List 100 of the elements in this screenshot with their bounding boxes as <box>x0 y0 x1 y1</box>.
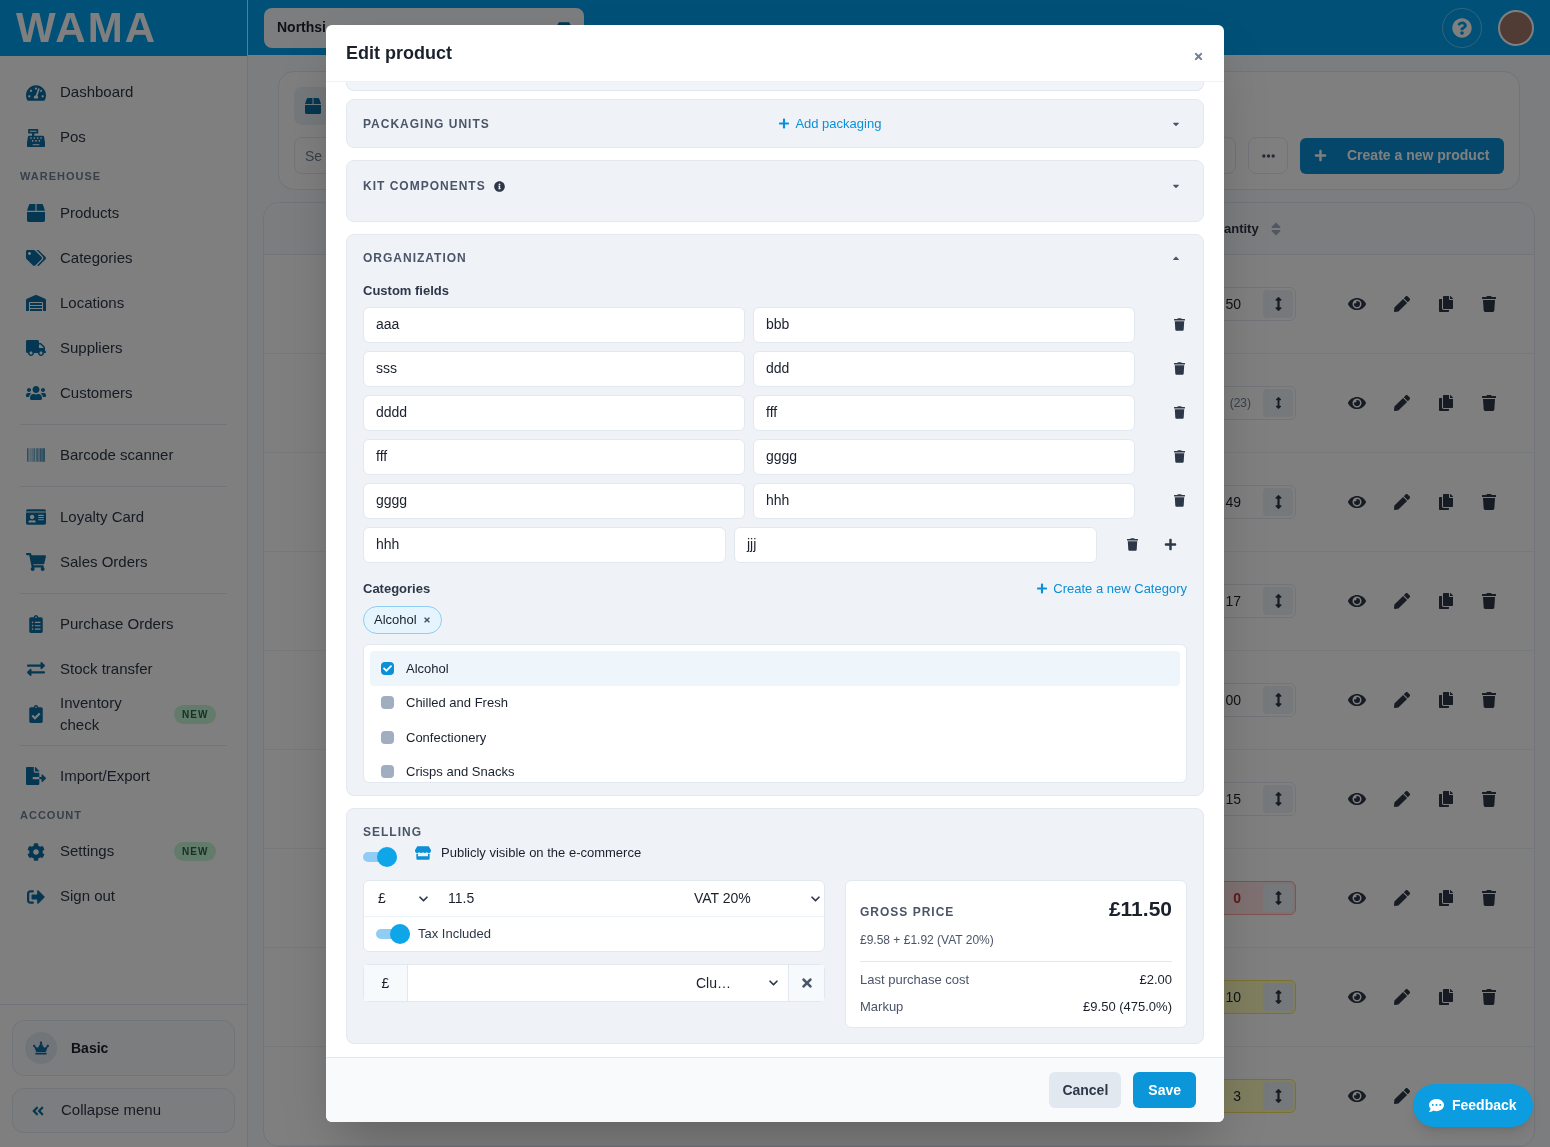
add-packaging-link[interactable]: Add packaging <box>779 113 882 134</box>
eye-icon[interactable] <box>1348 493 1366 511</box>
eye-icon[interactable] <box>1348 790 1366 808</box>
input-field[interactable]: gggg <box>363 482 745 519</box>
eye-icon[interactable] <box>1348 889 1366 907</box>
nav-item[interactable]: Settings NEW <box>20 829 227 874</box>
price-input[interactable]: 11.5 <box>440 888 694 909</box>
nav-item[interactable]: Locations <box>20 280 227 326</box>
copy-icon[interactable] <box>1438 791 1454 807</box>
trash-icon[interactable] <box>1482 890 1496 906</box>
copy-icon[interactable] <box>1438 296 1454 312</box>
stepper-button[interactable] <box>1263 389 1293 417</box>
input-field[interactable]: jjj <box>734 526 1097 563</box>
info-icon[interactable] <box>493 180 505 192</box>
trash-icon[interactable] <box>1482 395 1496 411</box>
supplier-select[interactable]: Clu… <box>696 965 788 1001</box>
collapse-menu-button[interactable]: Collapse menu <box>12 1088 235 1133</box>
nav-item[interactable]: Pos <box>20 115 227 160</box>
copy-icon[interactable] <box>1438 395 1454 411</box>
trash-icon[interactable] <box>1482 692 1496 708</box>
pencil-icon[interactable] <box>1394 593 1410 609</box>
copy-icon[interactable] <box>1438 593 1454 609</box>
nav-item[interactable]: Barcode scanner <box>20 432 227 478</box>
nav-item[interactable]: Import/Export <box>20 753 227 799</box>
trash-icon[interactable] <box>1174 362 1185 375</box>
trash-icon[interactable] <box>1482 494 1496 510</box>
copy-icon[interactable] <box>1438 494 1454 510</box>
category-option[interactable]: Crisps and Snacks <box>370 754 1180 782</box>
trash-icon[interactable] <box>1482 791 1496 807</box>
trash-icon[interactable] <box>1174 406 1185 419</box>
stepper-button[interactable] <box>1263 1082 1293 1110</box>
category-option[interactable]: Alcohol <box>370 651 1180 686</box>
checkbox[interactable] <box>381 661 394 675</box>
cancel-button[interactable]: Cancel <box>1049 1072 1122 1108</box>
create-product-button[interactable]: Create a new product <box>1300 137 1504 174</box>
nav-item[interactable]: Loyalty Card <box>20 494 227 540</box>
input-field[interactable]: bbb <box>753 306 1135 343</box>
trash-icon[interactable] <box>1174 450 1185 463</box>
nav-item[interactable]: Suppliers <box>20 325 227 371</box>
pencil-icon[interactable] <box>1394 890 1410 906</box>
pencil-icon[interactable] <box>1394 1088 1410 1104</box>
category-chip[interactable]: Alcohol <box>363 606 442 634</box>
input-field[interactable]: gggg <box>753 438 1135 475</box>
input-field[interactable]: sss <box>363 350 745 387</box>
nav-item[interactable]: Sign out <box>20 874 227 919</box>
stepper-button[interactable] <box>1263 290 1293 318</box>
create-category-link[interactable]: Create a new Category <box>1037 578 1187 598</box>
checkbox[interactable] <box>381 765 394 779</box>
trash-icon[interactable] <box>1174 494 1185 507</box>
eye-icon[interactable] <box>1348 988 1366 1006</box>
pencil-icon[interactable] <box>1394 791 1410 807</box>
stepper-button[interactable] <box>1263 983 1293 1011</box>
pencil-icon[interactable] <box>1394 395 1410 411</box>
avatar[interactable] <box>1498 9 1534 46</box>
checkbox[interactable] <box>381 696 394 710</box>
eye-icon[interactable] <box>1348 295 1366 313</box>
input-field[interactable]: aaa <box>363 306 745 343</box>
nav-item[interactable]: Inventory check NEW <box>20 691 227 737</box>
stepper-button[interactable] <box>1263 686 1293 714</box>
save-button[interactable]: Save <box>1133 1072 1196 1108</box>
remove-icon[interactable] <box>422 616 431 624</box>
trash-icon[interactable] <box>1482 593 1496 609</box>
nav-item[interactable]: Categories <box>20 235 227 281</box>
tax-toggle[interactable] <box>376 924 410 944</box>
column-header[interactable]: antity <box>1224 218 1259 239</box>
eye-icon[interactable] <box>1348 1087 1366 1105</box>
stepper-button[interactable] <box>1263 785 1293 813</box>
nav-item[interactable]: Sales Orders <box>20 539 227 585</box>
stepper-button[interactable] <box>1263 884 1293 912</box>
feedback-button[interactable]: Feedback <box>1413 1084 1533 1127</box>
category-option[interactable]: Confectionery <box>370 720 1180 755</box>
pencil-icon[interactable] <box>1394 989 1410 1005</box>
eye-icon[interactable] <box>1348 592 1366 610</box>
eye-icon[interactable] <box>1348 394 1366 412</box>
input-field[interactable]: dddd <box>363 394 745 431</box>
input-field[interactable]: hhh <box>363 526 726 563</box>
close-icon[interactable] <box>1193 50 1204 62</box>
plus-icon[interactable] <box>1164 538 1177 551</box>
copy-icon[interactable] <box>1438 890 1454 906</box>
nav-item[interactable]: Purchase Orders <box>20 601 227 647</box>
input-field[interactable]: fff <box>753 394 1135 431</box>
pencil-icon[interactable] <box>1394 692 1410 708</box>
input-field[interactable]: ddd <box>753 350 1135 387</box>
category-option[interactable]: Chilled and Fresh <box>370 685 1180 720</box>
nav-item[interactable]: Products <box>20 190 227 236</box>
nav-item[interactable]: Customers <box>20 370 227 416</box>
trash-icon[interactable] <box>1127 538 1138 551</box>
stepper-button[interactable] <box>1263 488 1293 516</box>
input-field[interactable]: fff <box>363 438 745 475</box>
nav-item[interactable]: Stock transfer <box>20 646 227 692</box>
trash-icon[interactable] <box>1174 318 1185 331</box>
nav-item[interactable]: Dashboard <box>20 70 227 115</box>
checkbox[interactable] <box>381 730 394 744</box>
currency-select[interactable]: £ <box>364 888 440 909</box>
pencil-icon[interactable] <box>1394 296 1410 312</box>
input-field[interactable]: hhh <box>753 482 1135 519</box>
public-toggle[interactable] <box>363 847 397 867</box>
pencil-icon[interactable] <box>1394 494 1410 510</box>
vat-select[interactable]: VAT 20% <box>694 888 824 909</box>
plan-card[interactable]: Basic <box>12 1020 235 1076</box>
